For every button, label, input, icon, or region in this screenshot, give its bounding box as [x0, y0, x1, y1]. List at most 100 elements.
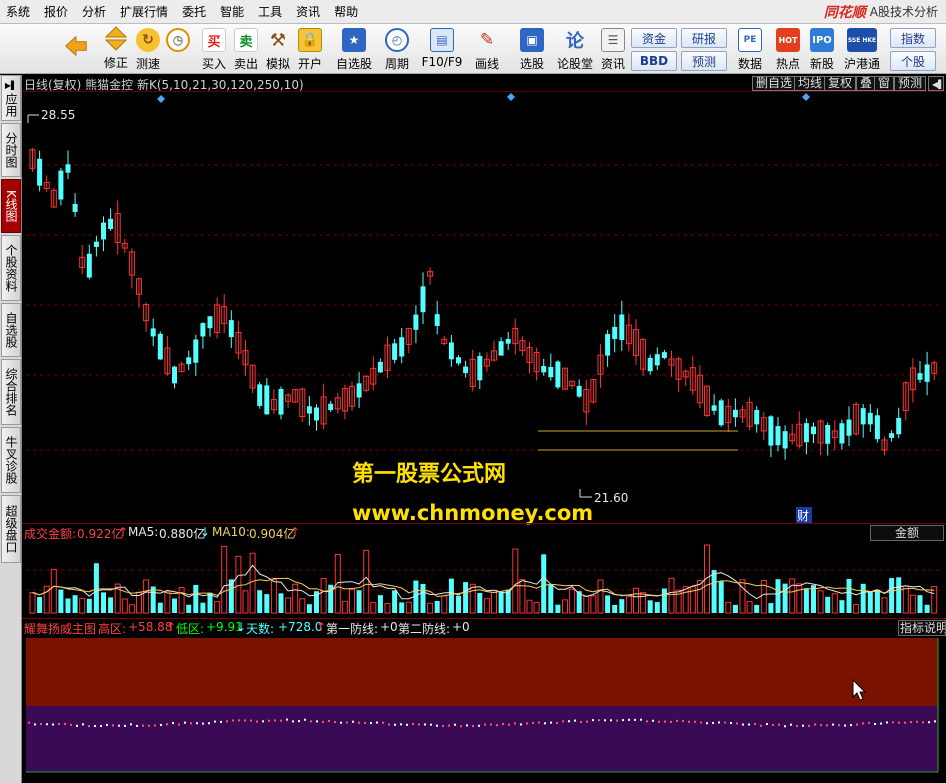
f10-button[interactable]: ▤ F10/F9: [420, 26, 464, 72]
amount-selector[interactable]: 金额: [870, 525, 944, 541]
open-account-button[interactable]: 🔒 开户: [296, 26, 324, 72]
indicator-dot: [52, 723, 54, 726]
candle-down: [619, 314, 625, 341]
tab-stock-profile[interactable]: 个股资料: [1, 235, 21, 301]
kline-chart[interactable]: 28.55 21.60 财 第一股票公式网 www.chnmoney.com: [22, 75, 946, 783]
volume-bar-down: [200, 602, 206, 613]
indicator-dot: [64, 722, 66, 725]
forecast-button[interactable]: 预测: [681, 51, 727, 71]
indicator-dot: [322, 720, 324, 723]
menu-order[interactable]: 委托: [176, 0, 214, 24]
indicator-dot: [226, 720, 228, 723]
indicator-dot: [694, 720, 696, 723]
volume-bar-down: [803, 589, 809, 613]
candle-down: [463, 366, 469, 374]
bbd-button[interactable]: BBD: [631, 51, 677, 71]
index-button[interactable]: 指数: [890, 28, 936, 48]
overlay-button[interactable]: 叠: [856, 76, 877, 91]
buy-button[interactable]: 买 买入: [200, 26, 228, 72]
moving-average-button[interactable]: 均线: [794, 76, 827, 91]
indicator-dot: [100, 725, 102, 728]
high-price-label: 28.55: [41, 108, 75, 122]
revise-button[interactable]: 修正: [102, 26, 130, 72]
volume-bar-up: [249, 552, 256, 614]
tab-stock-profile-label: 个股资料: [4, 244, 18, 292]
back-button[interactable]: [58, 26, 94, 72]
indicator-dot: [406, 723, 408, 726]
chart-area[interactable]: 28.55 21.60 财 第一股票公式网 www.chnmoney.com: [22, 75, 946, 783]
indicator-dot: [802, 724, 804, 727]
candle-down: [839, 423, 845, 444]
stock-picker-button[interactable]: ▣ 选股: [514, 26, 550, 72]
tab-intraday[interactable]: 分时图: [1, 123, 21, 177]
adjust-button[interactable]: 复权: [824, 76, 857, 91]
news-button[interactable]: ☰ 资讯: [598, 26, 628, 72]
research-button[interactable]: 研报: [681, 28, 727, 48]
menu-help[interactable]: 帮助: [328, 0, 366, 24]
indicator-dot: [844, 724, 846, 727]
simulate-label: 模拟: [265, 57, 290, 71]
volume-bar-up: [625, 596, 632, 614]
candle-down: [58, 170, 64, 200]
menu-extended-market[interactable]: 扩展行情: [114, 0, 176, 24]
period-button[interactable]: ◴ 周期: [380, 26, 414, 72]
drawline-button[interactable]: ✎ 画线: [470, 26, 504, 72]
volume-bar-down: [186, 604, 192, 613]
volume-bar-up: [214, 601, 221, 614]
hk-connect-button[interactable]: SSE HKE 沪港通: [842, 26, 882, 72]
simulate-button[interactable]: ⚒ 模拟: [264, 26, 292, 72]
tab-diagnosis[interactable]: 牛叉诊股: [1, 427, 21, 493]
indicator-dot: [850, 724, 852, 727]
tab-watchlist[interactable]: 自选股: [1, 303, 21, 357]
indicator-dot: [196, 722, 198, 725]
collapse-right-button[interactable]: ◀▌: [928, 76, 944, 91]
left-tab-bar: ▶▌ 应用 分时图 K线图 个股资料 自选股 综合排名 牛叉诊股 超级盘口: [0, 75, 22, 783]
menu-quote[interactable]: 报价: [38, 0, 76, 24]
indicator-dot: [256, 720, 258, 723]
volume-bar-down: [846, 578, 852, 613]
data-button[interactable]: PE 数据: [736, 26, 764, 72]
volume-bar-up: [583, 595, 590, 614]
volume-bar-up: [292, 583, 299, 614]
tab-super-orderbook[interactable]: 超级盘口: [1, 495, 21, 563]
sell-button[interactable]: 卖 卖出: [232, 26, 260, 72]
low-zone-arrow: ↓: [236, 620, 247, 634]
speed-test-button[interactable]: ↻ 测速: [134, 26, 162, 72]
window-button[interactable]: 窗: [874, 76, 895, 91]
finance-badge[interactable]: 财: [797, 509, 809, 523]
tab-kline[interactable]: K线图: [1, 179, 21, 233]
indicator-dot: [502, 723, 504, 726]
indicator-dot: [34, 723, 36, 726]
menu-news[interactable]: 资讯: [290, 0, 328, 24]
stock-button[interactable]: 个股: [890, 51, 936, 71]
tab-ranking-label: 综合排名: [4, 368, 18, 416]
volume-bar-up: [491, 591, 497, 614]
indicator-dot: [598, 719, 600, 722]
days-label: 天数:: [246, 622, 275, 636]
forum-button[interactable]: 论 论股堂: [556, 26, 594, 72]
indicator-help-button[interactable]: 指标说明: [898, 620, 946, 636]
tab-apps[interactable]: ▶▌ 应用: [1, 75, 21, 121]
watchlist-button[interactable]: ★ 自选股: [334, 26, 374, 72]
menu-tools[interactable]: 工具: [252, 0, 290, 24]
hammer-icon: ⚒: [269, 29, 287, 51]
indicator-dot: [232, 719, 234, 722]
tab-ranking[interactable]: 综合排名: [1, 359, 21, 425]
sell-label: 卖出: [233, 57, 258, 71]
indicator-dot: [172, 722, 174, 725]
clock-button[interactable]: ◷ 测速: [164, 26, 192, 72]
high-zone-arrow: ↑: [166, 620, 177, 634]
hot-button[interactable]: HOT 热点: [774, 26, 802, 72]
candle-down: [448, 342, 454, 360]
new-stock-button[interactable]: IPO 新股: [808, 26, 836, 72]
menu-analysis[interactable]: 分析: [76, 0, 114, 24]
volume-bar-up: [881, 597, 888, 614]
color-block-button[interactable]: [6, 26, 46, 72]
menu-smart[interactable]: 智能: [214, 0, 252, 24]
fund-button[interactable]: 资金: [631, 28, 677, 48]
forecast-chart-button[interactable]: 预测: [894, 76, 927, 91]
indicator-dot: [820, 724, 822, 727]
menu-system[interactable]: 系统: [0, 0, 38, 24]
indicator-dot: [328, 719, 330, 722]
remove-watchlist-button[interactable]: 删自选: [752, 76, 797, 91]
